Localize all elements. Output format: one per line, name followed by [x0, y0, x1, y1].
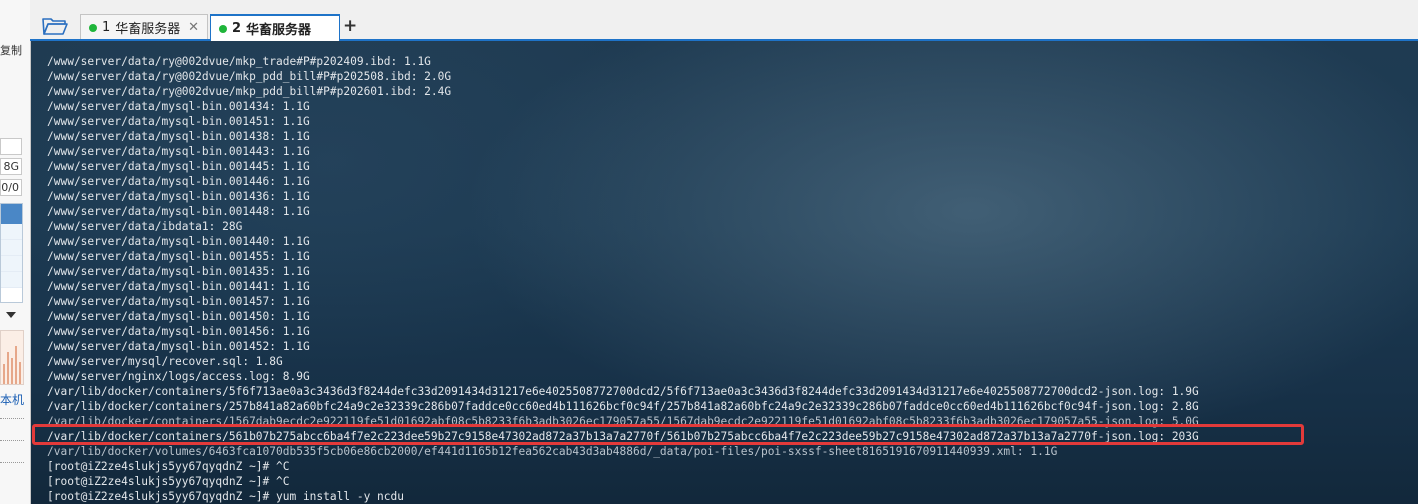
terminal-line: /www/server/data/mysql-bin.001450: 1.1G	[47, 310, 310, 323]
terminal-line: /www/server/data/mysql-bin.001451: 1.1G	[47, 115, 310, 128]
chevron-down-icon[interactable]	[6, 312, 16, 318]
terminal-line: /var/lib/docker/containers/257b841a82a60…	[47, 400, 1199, 413]
tab-number: 1	[102, 20, 111, 35]
tab-label: 华畜服务器	[246, 23, 312, 38]
terminal-line: /www/server/data/mysql-bin.001457: 1.1G	[47, 295, 310, 308]
tab-number: 2	[232, 21, 242, 36]
terminal-pane[interactable]: /www/server/data/ry@002dvue/mkp_trade#P#…	[31, 41, 1418, 504]
plus-icon[interactable]: +	[343, 16, 357, 36]
connected-status-icon	[219, 24, 227, 33]
terminal-prompt-line: [root@iZ2ze4slukjs5yy67qyqdnZ ~]# ^C	[47, 460, 290, 473]
divider	[0, 462, 24, 463]
close-icon[interactable]: ✕	[188, 20, 199, 35]
terminal-prompt-line: [root@iZ2ze4slukjs5yy67qyqdnZ ~]# ^C	[47, 475, 290, 488]
folder-open-icon[interactable]	[42, 14, 68, 38]
terminal-line: /www/server/data/mysql-bin.001436: 1.1G	[47, 190, 310, 203]
tab-label: 华畜服务器	[115, 22, 181, 37]
highlight-box	[32, 424, 1304, 445]
list-item[interactable]	[1, 224, 22, 240]
terminal-line: /www/server/data/ry@002dvue/mkp_trade#P#…	[47, 55, 431, 68]
terminal-line: /www/server/data/mysql-bin.001434: 1.1G	[47, 100, 310, 113]
terminal-line: /var/lib/docker/containers/5f6f713ae0a3c…	[47, 385, 1199, 398]
terminal-line: /www/server/data/mysql-bin.001455: 1.1G	[47, 250, 310, 263]
terminal-line: /www/server/data/mysql-bin.001440: 1.1G	[47, 235, 310, 248]
usage-graph	[0, 330, 24, 385]
tab-server-1[interactable]: 1 华畜服务器 ✕	[80, 14, 208, 40]
side-value-field[interactable]: 8G	[0, 158, 22, 175]
terminal-line: /var/lib/docker/volumes/6463fca1070db535…	[47, 445, 1058, 458]
list-item[interactable]	[1, 256, 22, 272]
connected-status-icon	[89, 23, 97, 32]
tab-server-2[interactable]: 2 华畜服务器	[210, 14, 340, 41]
terminal-line: /www/server/nginx/logs/access.log: 8.9G	[47, 370, 310, 383]
terminal-line: /www/server/data/mysql-bin.001452: 1.1G	[47, 340, 310, 353]
copy-label[interactable]: 复制	[0, 42, 22, 58]
side-value-field[interactable]: 0/0	[0, 179, 22, 196]
terminal-line: /www/server/data/mysql-bin.001448: 1.1G	[47, 205, 310, 218]
terminal-prompt-line: [root@iZ2ze4slukjs5yy67qyqdnZ ~]# yum in…	[47, 490, 404, 503]
terminal-line: /www/server/data/mysql-bin.001445: 1.1G	[47, 160, 310, 173]
terminal-line: /www/server/data/ry@002dvue/mkp_pdd_bill…	[47, 85, 452, 98]
terminal-line: /www/server/data/mysql-bin.001446: 1.1G	[47, 175, 310, 188]
terminal-line: /www/server/data/mysql-bin.001435: 1.1G	[47, 265, 310, 278]
local-machine-link[interactable]: 本机	[0, 391, 24, 408]
divider	[0, 418, 24, 419]
list-item[interactable]	[1, 204, 22, 224]
side-value-field[interactable]	[0, 138, 22, 155]
divider	[0, 440, 24, 441]
terminal-line: /www/server/mysql/recover.sql: 1.8G	[47, 355, 283, 368]
list-item[interactable]	[1, 240, 22, 256]
terminal-line: /www/server/data/mysql-bin.001438: 1.1G	[47, 130, 310, 143]
terminal-line: /www/server/data/ry@002dvue/mkp_pdd_bill…	[47, 70, 452, 83]
terminal-line: /www/server/data/mysql-bin.001443: 1.1G	[47, 145, 310, 158]
terminal-line: /www/server/data/ibdata1: 28G	[47, 220, 243, 233]
terminal-line: /www/server/data/mysql-bin.001441: 1.1G	[47, 280, 310, 293]
list-item[interactable]	[1, 272, 22, 288]
side-panel: 复制 8G 0/0 本机	[0, 0, 31, 504]
terminal-line: /www/server/data/mysql-bin.001456: 1.1G	[47, 325, 310, 338]
side-list[interactable]	[0, 203, 23, 303]
